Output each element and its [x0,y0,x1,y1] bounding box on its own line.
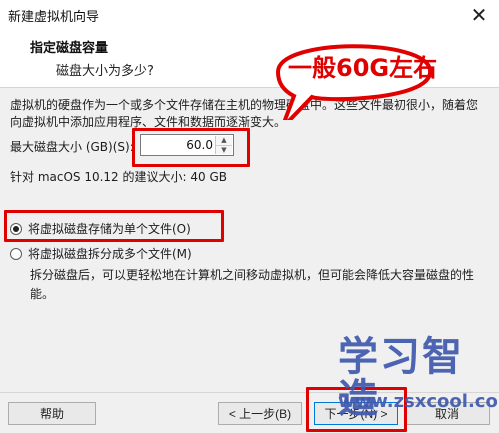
title-bar: 新建虚拟机向导 ✕ [0,0,499,29]
spin-down-icon[interactable]: ▼ [216,145,232,155]
page-subtitle: 磁盘大小为多少? [56,64,154,79]
multiple-files-option[interactable]: 将虚拟磁盘拆分成多个文件(M) [10,245,192,262]
multiple-files-description: 拆分磁盘后，可以更轻松地在计算机之间移动虚拟机，但可能会降低大容量磁盘的性能。 [30,268,475,301]
cancel-button[interactable]: 取消 [404,402,490,425]
single-file-radio-icon[interactable] [10,222,22,235]
wizard-header: 指定磁盘容量 磁盘大小为多少? [0,29,499,88]
max-disk-size-field[interactable]: 60.0 ▲ ▼ [140,134,234,156]
disk-size-spinner[interactable]: ▲ ▼ [215,136,232,154]
new-vm-wizard-window: 新建虚拟机向导 ✕ 指定磁盘容量 磁盘大小为多少? 虚拟机的硬盘作为一个或多个文… [0,0,499,433]
single-file-label: 将虚拟磁盘存储为单个文件(O) [28,222,191,236]
window-title: 新建虚拟机向导 [8,10,100,25]
page-title: 指定磁盘容量 [30,41,109,56]
help-button[interactable]: 帮助 [8,402,96,425]
multiple-files-radio-icon[interactable] [10,247,22,260]
close-button[interactable]: ✕ [459,0,499,29]
bottom-divider [0,392,499,393]
recommended-size-text: 针对 macOS 10.12 的建议大小: 40 GB [10,170,227,184]
max-disk-size-value[interactable]: 60.0 [186,138,213,152]
back-button[interactable]: < 上一步(B) [218,402,302,425]
multiple-files-label: 将虚拟磁盘拆分成多个文件(M) [28,247,192,261]
next-button[interactable]: 下一步(N) > [314,402,398,425]
single-file-option[interactable]: 将虚拟磁盘存储为单个文件(O) [10,220,191,237]
max-disk-size-label: 最大磁盘大小 (GB)(S): [10,140,134,154]
spin-up-icon[interactable]: ▲ [216,136,232,145]
disk-description: 虚拟机的硬盘作为一个或多个文件存储在主机的物理磁盘中。这些文件最初很小，随着您向… [10,98,479,129]
close-icon: ✕ [470,2,488,27]
